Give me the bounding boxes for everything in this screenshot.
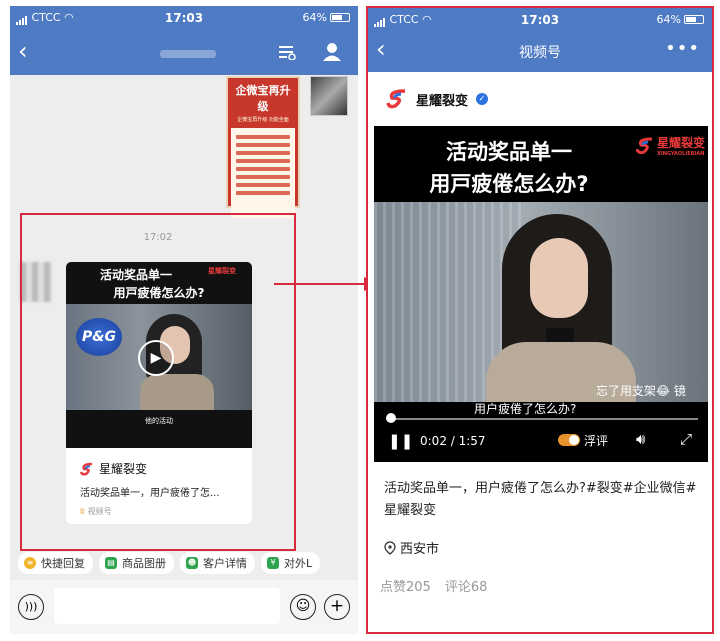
person-icon[interactable]: [322, 42, 342, 62]
battery-percent: 64%: [656, 13, 681, 26]
message-input[interactable]: [54, 588, 280, 624]
video-logo-text: 星耀裂变: [657, 136, 706, 150]
location-label: 西安市: [400, 542, 440, 557]
battery-icon: [330, 13, 350, 22]
image-message-poster[interactable]: 企微宝再升级 企微宝再升级 功能全面: [226, 76, 300, 218]
customer-icon: ☻: [186, 557, 198, 569]
video-caption-line2: 用戸疲倦怎么办?: [429, 172, 589, 196]
xingyao-logo-icon: [386, 89, 406, 109]
volume-icon[interactable]: 🔊︎: [636, 430, 645, 448]
catalog-button[interactable]: ▤ 商品图册: [99, 552, 174, 574]
likes-count[interactable]: 点赞205: [380, 576, 431, 595]
chat-input-bar: ))) ☺ +: [10, 580, 358, 634]
arrow-connector: [274, 283, 368, 285]
engagement-stats: 点赞205 评论68: [380, 576, 487, 595]
quick-reply-label: 快捷回复: [41, 557, 85, 570]
catalog-label: 商品图册: [122, 557, 166, 570]
emoji-icon[interactable]: ☺: [290, 594, 316, 620]
customer-details-label: 客户详情: [203, 557, 247, 570]
channels-video-screen: CTCC ◠ 17:03 64% ‹ 视频号 ••• 星耀裂变 ✓ 活动奖品单一…: [366, 6, 714, 634]
danmu-label: 浮评: [584, 434, 609, 448]
external-label: 对外L: [284, 557, 313, 570]
video-brand-logo: 星耀裂变 XINGYAOLIEBIAN: [636, 134, 705, 157]
progress-track[interactable]: [386, 418, 698, 420]
video-subtitle-2: 用户疲倦了怎么办?: [474, 402, 577, 416]
video-subtitle-1: 忘了用支架😂 镜: [596, 384, 686, 398]
poster-title: 企微宝再升级: [235, 84, 291, 113]
voice-icon[interactable]: ))): [18, 594, 44, 620]
video-time: 0:02 / 1:57: [420, 434, 486, 448]
channels-navbar: ‹ 视频号 •••: [368, 32, 712, 72]
list-settings-icon[interactable]: [278, 44, 296, 60]
battery-indicator: 64%: [657, 13, 704, 26]
chat-navbar: ‹: [10, 30, 358, 75]
chevron-left-icon: ‹: [18, 37, 28, 65]
battery-percent: 64%: [302, 11, 327, 24]
xingyao-logo-icon: [636, 137, 653, 154]
quick-actions-bar: ≡ 快捷回复 ▤ 商品图册 ☻ 客户详情 ¥ 对外L: [10, 552, 358, 576]
status-bar-right: CTCC ◠ 17:03 64%: [368, 8, 712, 32]
status-bar: CTCC ◠ 17:03 64%: [10, 6, 358, 30]
video-caption-line1: 活动奖品单一: [446, 140, 572, 164]
avatar[interactable]: [310, 76, 348, 116]
verified-badge-icon: ✓: [476, 93, 489, 105]
quick-reply-button[interactable]: ≡ 快捷回复: [18, 552, 93, 574]
battery-icon: [684, 15, 704, 24]
progress-knob[interactable]: [386, 413, 397, 423]
more-dots-icon[interactable]: •••: [665, 38, 700, 59]
poster-body: [231, 128, 295, 218]
blurred-chat-title: [160, 50, 216, 58]
catalog-icon: ▤: [105, 557, 117, 569]
quick-reply-icon: ≡: [24, 557, 36, 569]
location-pin-icon: [384, 540, 396, 555]
fullscreen-icon[interactable]: ⤢: [680, 430, 692, 448]
account-name: 星耀裂变: [416, 93, 469, 109]
video-frame: [374, 202, 708, 402]
battery-indicator: 64%: [303, 11, 350, 24]
presenter-face: [530, 238, 588, 318]
location-row[interactable]: 西安市: [384, 538, 439, 557]
account-row[interactable]: 星耀裂变 ✓: [386, 88, 489, 110]
pause-icon[interactable]: ❚❚: [388, 432, 413, 450]
video-logo-sub: XINGYAOLIEBIAN: [657, 151, 705, 157]
back-button[interactable]: ‹: [18, 38, 46, 66]
customer-details-button[interactable]: ☻ 客户详情: [180, 552, 255, 574]
video-player[interactable]: 活动奖品单一 用戸疲倦怎么办? 星耀裂变 XINGYAOLIEBIAN 忘了用支架…: [374, 126, 708, 462]
page-title: 视频号: [519, 45, 561, 61]
highlight-box-card: [20, 213, 296, 551]
external-button[interactable]: ¥ 对外L: [261, 552, 321, 574]
plus-icon[interactable]: +: [324, 594, 350, 620]
video-description: 活动奖品单一，用户疲倦了怎么办?#裂变#企业微信#星耀裂变: [384, 481, 697, 518]
poster-subtitle: 企微宝再升级 功能全面: [237, 117, 289, 123]
comments-count[interactable]: 评论68: [445, 576, 488, 595]
external-icon: ¥: [267, 557, 279, 569]
danmu-toggle[interactable]: [558, 434, 580, 446]
